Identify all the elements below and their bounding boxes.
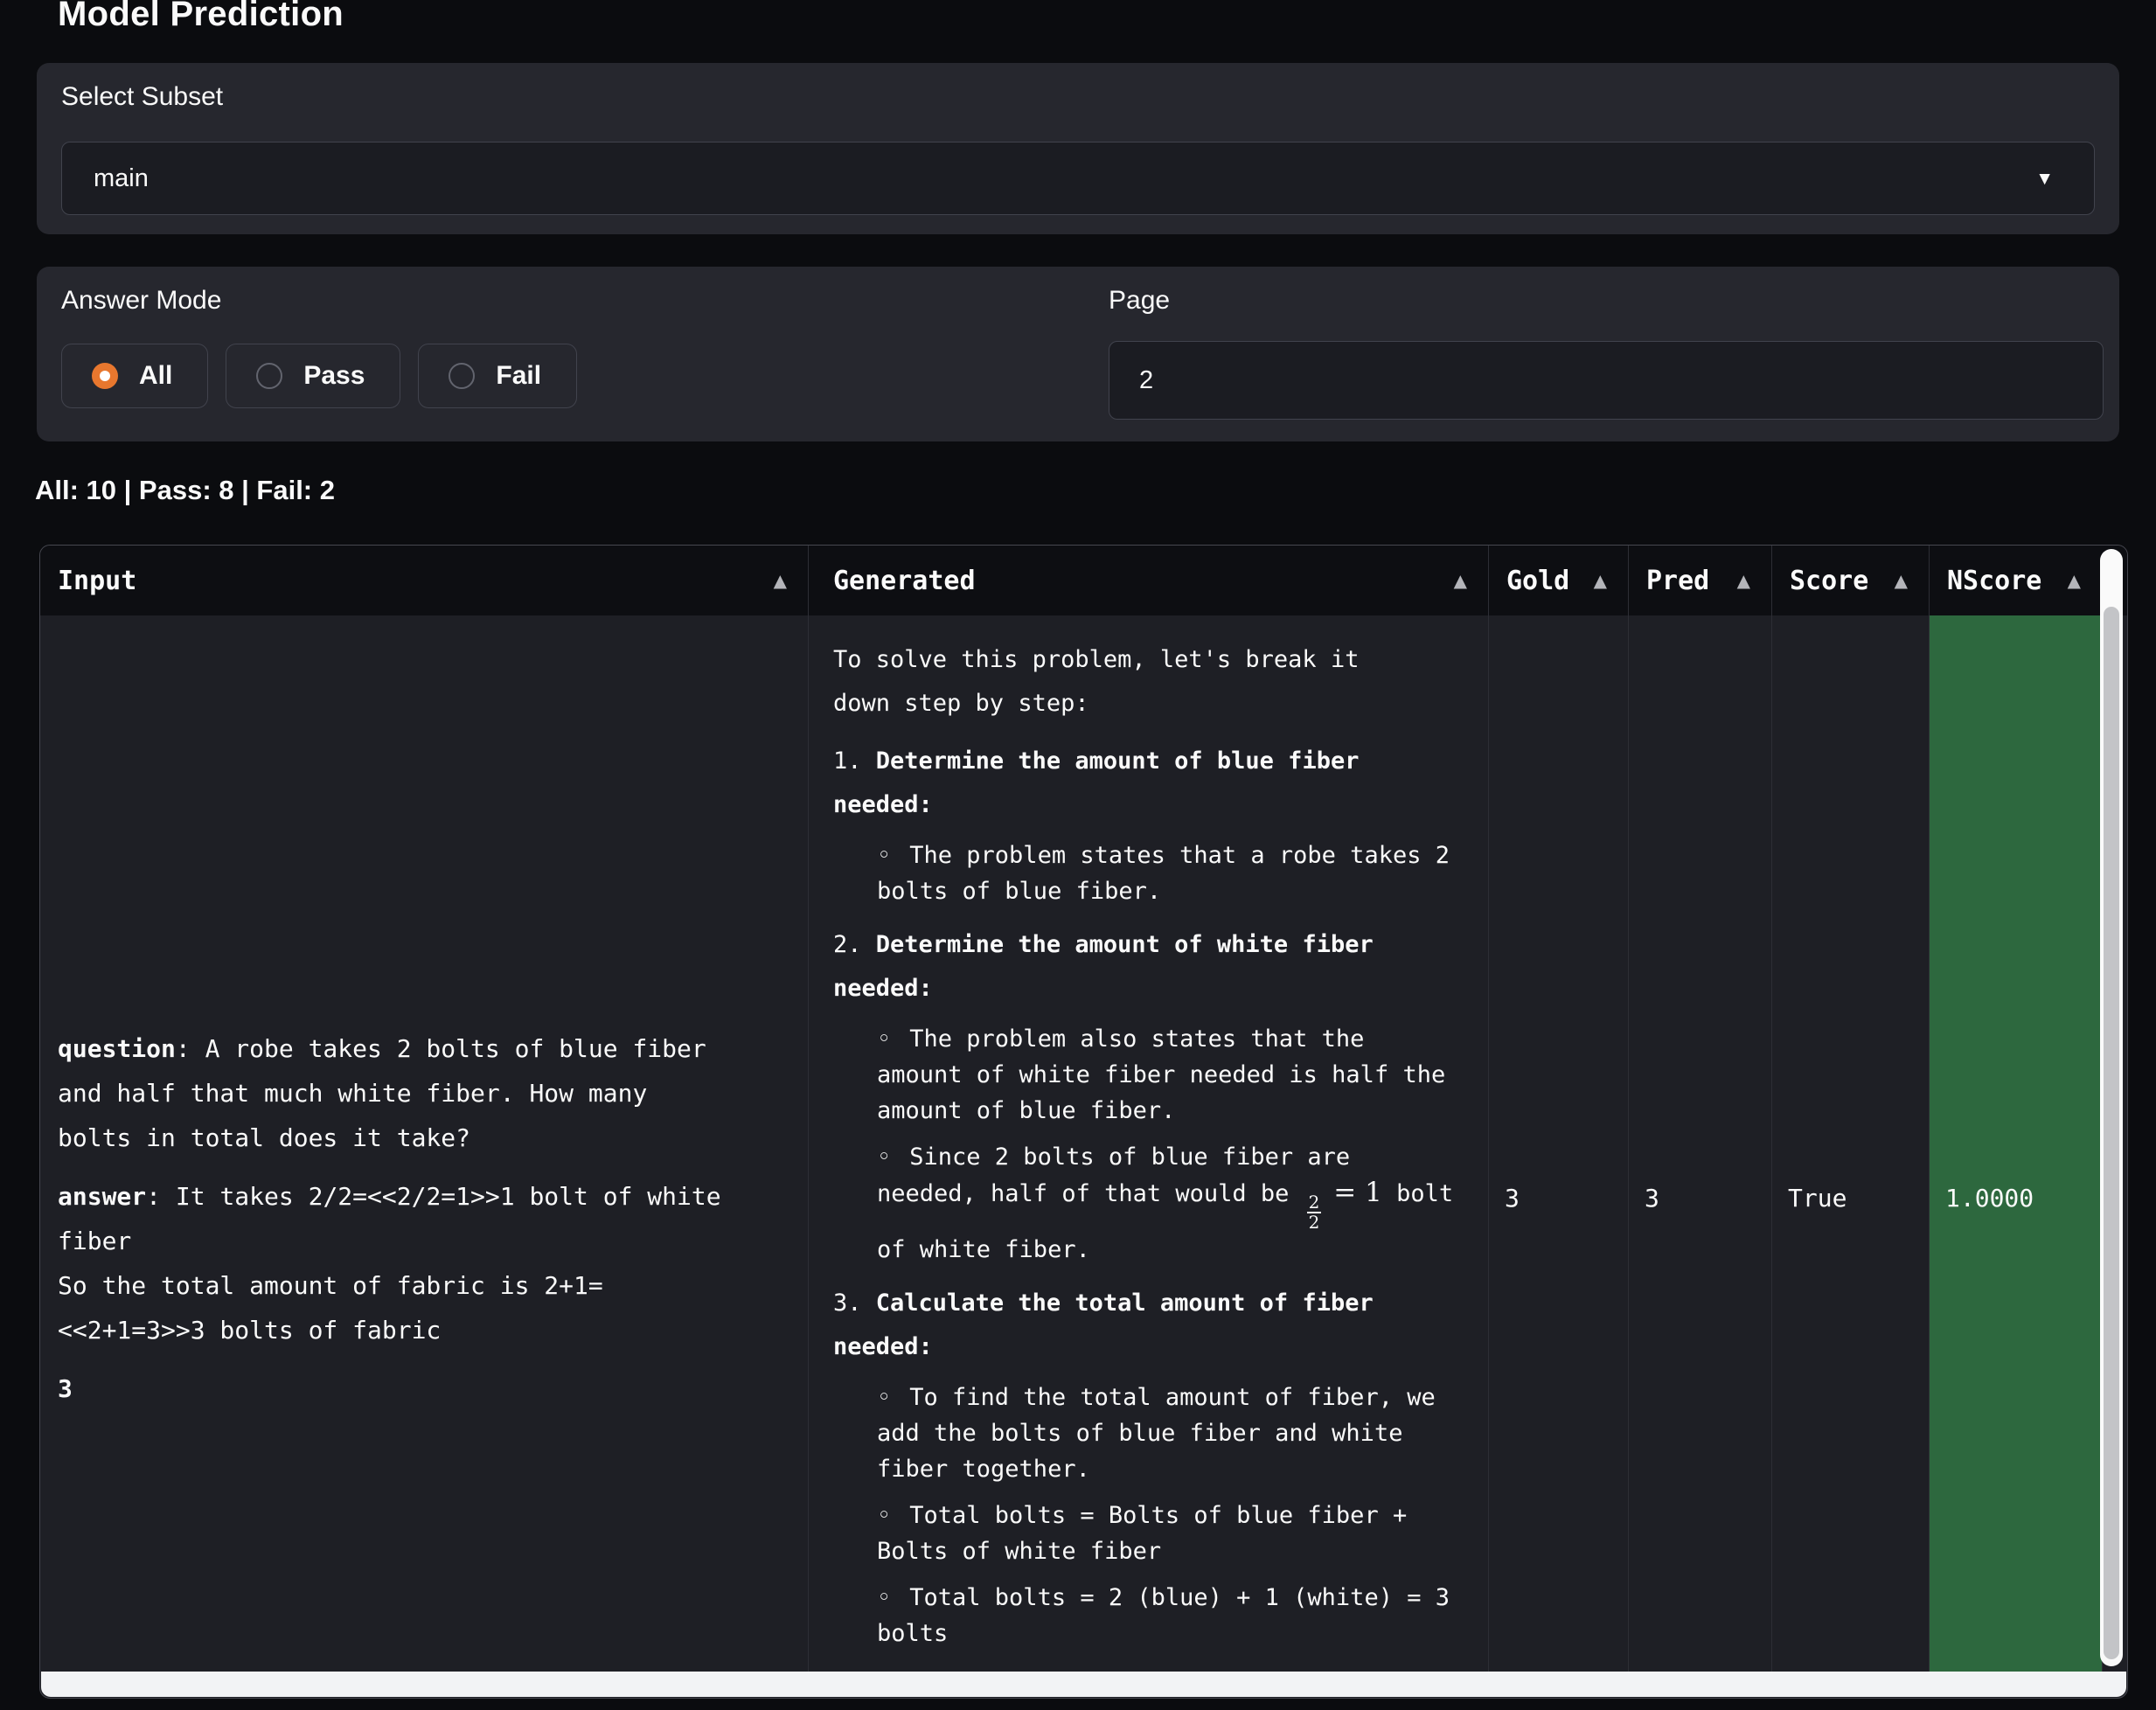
column-label: Gold [1506,566,1569,596]
vertical-scrollbar-thumb[interactable] [2104,607,2119,1659]
bullet-icon: ◦ [877,1143,891,1171]
column-header-generated[interactable]: Generated ▲ [808,546,1488,615]
summary-stats: All: 10 | Pass: 8 | Fail: 2 [35,475,335,506]
radio-label: All [139,361,172,391]
cell-gold[interactable]: 3 [1488,615,1628,1672]
fraction: 22 [1307,1193,1322,1232]
generated-bullet: ◦Since 2 bolts of blue fiber are needed,… [877,1139,1461,1268]
cell-pred[interactable]: 3 [1628,615,1771,1672]
sort-icon: ▲ [2068,570,2081,591]
radio-circle-icon [92,363,118,389]
controls-panel: Answer Mode All Pass Fail Page 2 [37,267,2119,441]
generated-step-title: 2. Determine the amount of white fiber n… [833,923,1417,1011]
generated-bullet: ◦The problem states that a robe takes 2 … [877,838,1461,909]
generated-bullet: ◦The problem also states that the amount… [877,1021,1461,1129]
column-header-gold[interactable]: Gold ▲ [1488,546,1628,615]
input-paragraph: 3 [58,1366,773,1411]
input-paragraph: answer: It takes 2/2=<<2/2=1>>1 bolt of … [58,1174,773,1352]
horizontal-scrollbar[interactable] [41,1672,2126,1697]
cell-nscore[interactable]: 1.0000 [1929,615,2102,1672]
bullet-icon: ◦ [877,1384,891,1411]
page-title: Model Prediction [58,0,344,34]
generated-bullet: ◦To find the total amount of fiber, we a… [877,1380,1461,1487]
page-input-value: 2 [1139,366,1153,395]
column-label: Input [58,566,136,596]
radio-circle-icon [449,363,475,389]
column-header-input[interactable]: Input ▲ [40,546,808,615]
results-table: Input▲Generated▲Gold▲Pred▲Score▲NScore▲ … [39,545,2128,1699]
generated-step-title: 3. Calculate the total amount of fiber n… [833,1282,1417,1369]
radio-circle-icon [256,363,282,389]
table-header: Input ▲ Generated ▲ Gold ▲ Pred ▲ Score ▲ NScore ▲ [40,546,2127,615]
sort-icon: ▲ [1454,570,1467,591]
generated-bullet: ◦Total bolts = Bolts of blue fiber + Bol… [877,1498,1461,1569]
table-row: question: A robe takes 2 bolts of blue f… [40,615,2127,1672]
bullet-icon: ◦ [877,1584,891,1611]
generated-step-title: 1. Determine the amount of blue fiber ne… [833,740,1417,827]
radio-option-fail[interactable]: Fail [418,344,577,408]
radio-option-pass[interactable]: Pass [226,344,400,408]
cell-input[interactable]: question: A robe takes 2 bolts of blue f… [40,615,808,1672]
column-header-pred[interactable]: Pred ▲ [1628,546,1771,615]
subset-select[interactable]: main ▼ [61,142,2095,215]
column-label: NScore [1947,566,2041,596]
sort-icon: ▲ [1594,570,1607,591]
bullet-icon: ◦ [877,1502,891,1529]
subset-label: Select Subset [61,82,223,112]
answer-mode-label: Answer Mode [61,286,221,316]
radio-option-all[interactable]: All [61,344,208,408]
sort-icon: ▲ [1895,570,1908,591]
answer-mode-radiogroup: All Pass Fail [61,344,577,408]
sort-icon: ▲ [1737,570,1750,591]
vertical-scrollbar[interactable] [2100,549,2123,1666]
column-header-nscore[interactable]: NScore ▲ [1929,546,2102,615]
sort-icon: ▲ [774,570,787,591]
page-input[interactable]: 2 [1109,341,2104,420]
input-paragraph: question: A robe takes 2 bolts of blue f… [58,1026,773,1160]
cell-generated[interactable]: To solve this problem, let's break it do… [808,615,1488,1672]
column-label: Score [1790,566,1868,596]
cell-score[interactable]: True [1771,615,1929,1672]
generated-bullet: ◦Total bolts = 2 (blue) + 1 (white) = 3 … [877,1580,1461,1651]
app-root: Model Prediction Select Subset main ▼ An… [0,0,2156,1710]
subset-panel: Select Subset main ▼ [37,63,2119,234]
radio-label: Fail [496,361,541,391]
column-label: Generated [833,566,976,596]
bullet-icon: ◦ [877,842,891,869]
page-label: Page [1109,286,1170,316]
generated-intro: To solve this problem, let's break it do… [833,638,1417,726]
column-label: Pred [1646,566,1709,596]
bullet-icon: ◦ [877,1025,891,1053]
subset-selected-value: main [94,164,149,193]
radio-label: Pass [303,361,365,391]
column-header-score[interactable]: Score ▲ [1771,546,1929,615]
chevron-down-icon: ▼ [2035,170,2054,188]
